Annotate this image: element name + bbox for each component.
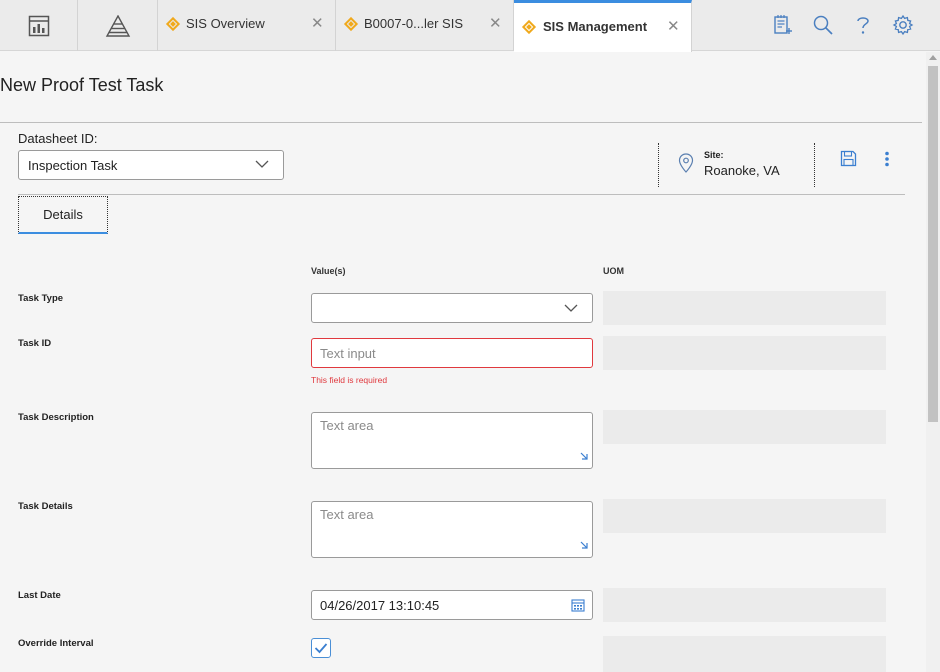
save-button[interactable]: [840, 150, 857, 172]
diamond-icon: [521, 19, 537, 35]
settings-icon: [892, 14, 914, 36]
task-id-input[interactable]: Text input: [311, 338, 593, 368]
uom-column-header: UOM: [603, 266, 624, 276]
save-icon: [840, 150, 857, 167]
site-label: Site:: [704, 150, 724, 160]
site-value: Roanoke, VA: [704, 163, 780, 178]
datasheet-value: Inspection Task: [28, 158, 118, 173]
task-type-uom: [603, 291, 886, 325]
vertical-scrollbar[interactable]: [926, 52, 940, 672]
chevron-down-icon: [564, 301, 578, 320]
task-id-uom: [603, 336, 886, 370]
last-date-label: Last Date: [18, 590, 61, 601]
task-id-error: This field is required: [311, 375, 388, 385]
location-pin-icon: [678, 153, 694, 178]
diamond-icon: [343, 16, 359, 32]
tab-sis-management[interactable]: SIS Management ✕: [514, 0, 692, 52]
task-id-label: Task ID: [18, 338, 52, 349]
task-description-uom: [603, 410, 886, 444]
last-date-input[interactable]: 04/26/2017 13:10:45: [311, 590, 593, 620]
hierarchy-icon: [105, 14, 130, 37]
close-icon[interactable]: ✕: [311, 16, 324, 31]
datasheet-label: Datasheet ID:: [18, 131, 98, 146]
scrollbar-thumb[interactable]: [928, 66, 938, 422]
task-description-label: Task Description: [18, 412, 94, 423]
help-button[interactable]: [853, 14, 873, 41]
dashboard-button[interactable]: [0, 0, 78, 51]
search-icon: [813, 15, 833, 35]
tab-b0007[interactable]: B0007-0...ler SIS ✕: [336, 0, 514, 51]
divider: [18, 194, 905, 195]
resize-handle-icon[interactable]: [579, 448, 589, 466]
settings-button[interactable]: [892, 14, 914, 41]
search-button[interactable]: [812, 14, 834, 41]
tab-label: SIS Management: [543, 19, 648, 34]
page-title: New Proof Test Task: [0, 75, 164, 95]
close-icon[interactable]: ✕: [667, 19, 680, 34]
checkmark-icon: [314, 643, 328, 654]
task-type-label: Task Type: [18, 293, 64, 304]
more-options-button[interactable]: [884, 151, 890, 172]
override-interval-label: Override Interval: [18, 638, 94, 649]
divider: [0, 122, 922, 123]
task-description-textarea[interactable]: Text area: [311, 412, 593, 469]
diamond-icon: [165, 16, 181, 32]
tab-sis-overview[interactable]: SIS Overview ✕: [158, 0, 336, 51]
task-details-textarea[interactable]: Text area: [311, 501, 593, 558]
task-description-placeholder: Text area: [320, 418, 374, 433]
resize-handle-icon[interactable]: [579, 537, 589, 555]
help-icon: [857, 17, 869, 34]
tab-label: SIS Overview: [186, 16, 265, 31]
calendar-icon[interactable]: [571, 598, 585, 617]
chevron-down-icon: [255, 157, 269, 176]
hierarchy-button[interactable]: [78, 0, 158, 51]
override-interval-checkbox[interactable]: [311, 638, 331, 658]
tab-details[interactable]: Details: [18, 196, 108, 234]
divider: [814, 143, 815, 187]
top-bar: SIS Overview ✕ B0007-0...ler SIS ✕ SIS M…: [0, 0, 940, 52]
values-column-header: Value(s): [311, 266, 346, 276]
task-details-uom: [603, 499, 886, 533]
datasheet-select[interactable]: Inspection Task: [18, 150, 284, 180]
task-id-placeholder: Text input: [320, 346, 376, 361]
close-icon[interactable]: ✕: [489, 16, 502, 31]
add-notes-icon: [774, 15, 792, 34]
override-interval-uom: [603, 636, 886, 672]
divider: [658, 143, 659, 187]
task-type-select[interactable]: [311, 293, 593, 323]
last-date-value: 04/26/2017 13:10:45: [320, 598, 440, 613]
dashboard-icon: [28, 15, 49, 36]
add-notes-button[interactable]: [772, 14, 794, 41]
scroll-up-icon[interactable]: [929, 55, 937, 60]
last-date-uom: [603, 588, 886, 622]
tab-label: B0007-0...ler SIS: [364, 16, 463, 31]
task-details-placeholder: Text area: [320, 507, 374, 522]
more-vertical-icon: [885, 151, 889, 167]
task-details-label: Task Details: [18, 501, 73, 512]
